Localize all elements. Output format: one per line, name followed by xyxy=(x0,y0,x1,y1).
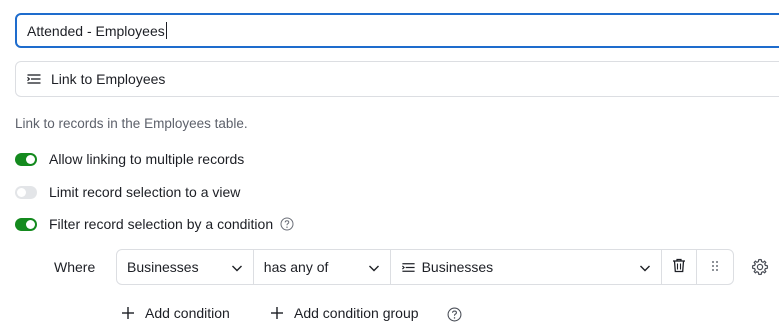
toggle-allow-multiple[interactable] xyxy=(15,152,37,166)
chevron-down-icon xyxy=(639,261,651,277)
condition-field-value: Businesses xyxy=(127,259,199,275)
help-icon[interactable] xyxy=(447,307,462,325)
plus-icon xyxy=(121,306,135,320)
option-filter-condition-label: Filter record selection by a condition xyxy=(49,216,274,232)
field-type-select[interactable]: Link to Employees xyxy=(15,61,779,97)
plus-icon xyxy=(270,306,284,320)
condition-row: Businesses has any of Businesses xyxy=(116,249,734,285)
option-limit-view[interactable]: Limit record selection to a view xyxy=(15,184,240,200)
field-name-input[interactable]: Attended - Employees xyxy=(15,13,779,48)
toggle-limit-view[interactable] xyxy=(15,185,37,199)
add-condition-group-button[interactable]: Add condition group xyxy=(270,305,419,321)
field-editor: Attended - Employees Link to Employees L… xyxy=(0,0,779,330)
option-allow-multiple-label: Allow linking to multiple records xyxy=(49,151,245,167)
option-limit-view-label: Limit record selection to a view xyxy=(49,184,241,200)
option-filter-condition[interactable]: Filter record selection by a condition xyxy=(15,216,294,232)
field-type-label: Link to Employees xyxy=(51,71,166,87)
link-list-icon xyxy=(401,260,416,275)
condition-value-select[interactable]: Businesses xyxy=(391,250,663,284)
add-condition-group-label: Add condition group xyxy=(294,305,419,321)
where-label: Where xyxy=(54,259,96,275)
trash-icon xyxy=(672,258,686,276)
add-condition-label: Add condition xyxy=(145,305,230,321)
option-allow-multiple[interactable]: Allow linking to multiple records xyxy=(15,151,244,167)
chevron-down-icon xyxy=(368,261,380,277)
field-description: Link to records in the Employees table. xyxy=(15,116,248,131)
chevron-down-icon xyxy=(231,261,243,277)
link-list-icon xyxy=(26,71,42,87)
delete-condition-button[interactable] xyxy=(662,250,698,284)
condition-field-select[interactable]: Businesses xyxy=(117,250,254,284)
drag-handle-icon xyxy=(711,259,719,275)
add-condition-button[interactable]: Add condition xyxy=(121,305,230,321)
condition-value-text: Businesses xyxy=(421,259,494,275)
help-icon[interactable] xyxy=(280,217,294,231)
gear-icon[interactable] xyxy=(751,258,769,276)
condition-operator-select[interactable]: has any of xyxy=(254,250,391,284)
drag-handle[interactable] xyxy=(697,250,733,284)
field-name-value: Attended - Employees xyxy=(27,22,165,39)
text-caret xyxy=(165,22,167,39)
condition-operator-value: has any of xyxy=(263,259,329,275)
toggle-filter-condition[interactable] xyxy=(15,217,37,231)
